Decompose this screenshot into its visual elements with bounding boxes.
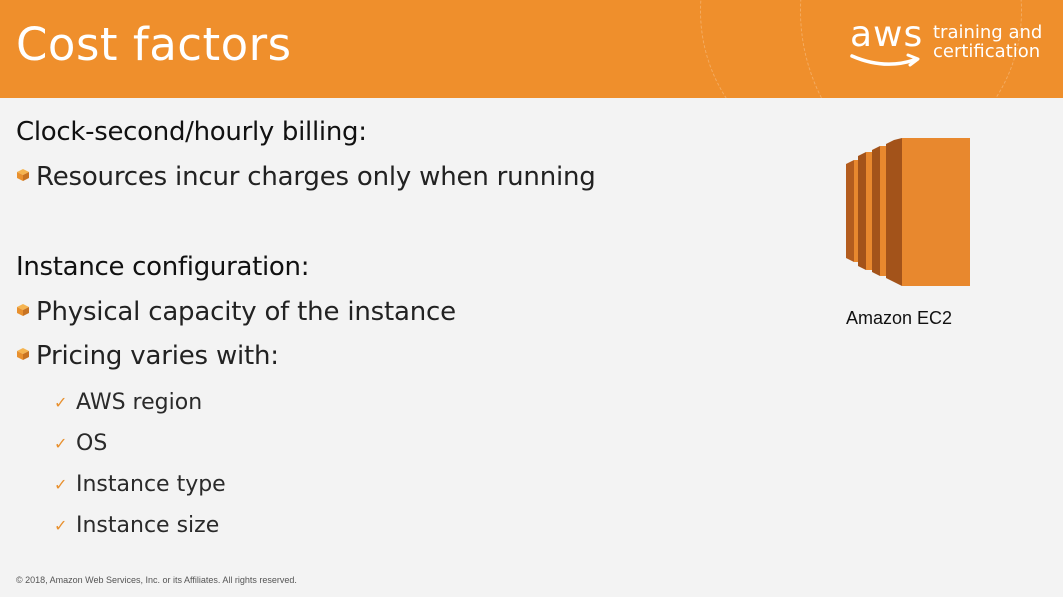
- sub-item-text: Instance size: [76, 513, 220, 538]
- sub-list-item: ✓ OS: [54, 431, 107, 456]
- sub-item-text: AWS region: [76, 390, 203, 415]
- logo-tagline-line-1: training and: [933, 22, 1043, 43]
- checkmark-icon: ✓: [54, 475, 68, 494]
- aws-smile-icon: [850, 53, 920, 67]
- checkmark-icon: ✓: [54, 516, 68, 535]
- checkmark-icon: ✓: [54, 393, 68, 412]
- amazon-ec2-icon: [846, 138, 970, 286]
- bullet-item: Resources incur charges only when runnin…: [16, 162, 596, 192]
- slide: Cost factors aws training and certificat…: [0, 0, 1063, 597]
- sub-item-text: Instance type: [76, 472, 226, 497]
- title-bar: Cost factors aws training and certificat…: [0, 0, 1063, 98]
- aws-logo-word: aws: [850, 14, 924, 55]
- cube-bullet-icon: [17, 348, 29, 360]
- aws-training-logo: aws training and certification: [846, 14, 1046, 74]
- logo-tagline-line-2: certification: [933, 41, 1041, 62]
- bullet-item: Physical capacity of the instance: [16, 297, 456, 327]
- checkmark-icon: ✓: [54, 434, 68, 453]
- logo-tagline: training and certification: [933, 23, 1042, 61]
- ec2-label: Amazon EC2: [846, 308, 953, 328]
- cube-bullet-icon: [17, 169, 29, 181]
- section-heading-configuration: Instance configuration:: [16, 252, 310, 282]
- sub-list-item: ✓ Instance size: [54, 513, 219, 538]
- sub-list-item: ✓ AWS region: [54, 390, 202, 415]
- bullet-text: Resources incur charges only when runnin…: [36, 162, 596, 192]
- bullet-item: Pricing varies with:: [16, 341, 279, 371]
- bullet-text: Physical capacity of the instance: [36, 297, 456, 327]
- slide-title: Cost factors: [16, 18, 292, 71]
- section-heading-billing: Clock-second/hourly billing:: [16, 117, 367, 147]
- sub-list-item: ✓ Instance type: [54, 472, 226, 497]
- copyright-footer: © 2018, Amazon Web Services, Inc. or its…: [16, 575, 297, 585]
- bullet-text: Pricing varies with:: [36, 341, 279, 371]
- cube-bullet-icon: [17, 304, 29, 316]
- sub-item-text: OS: [76, 431, 108, 456]
